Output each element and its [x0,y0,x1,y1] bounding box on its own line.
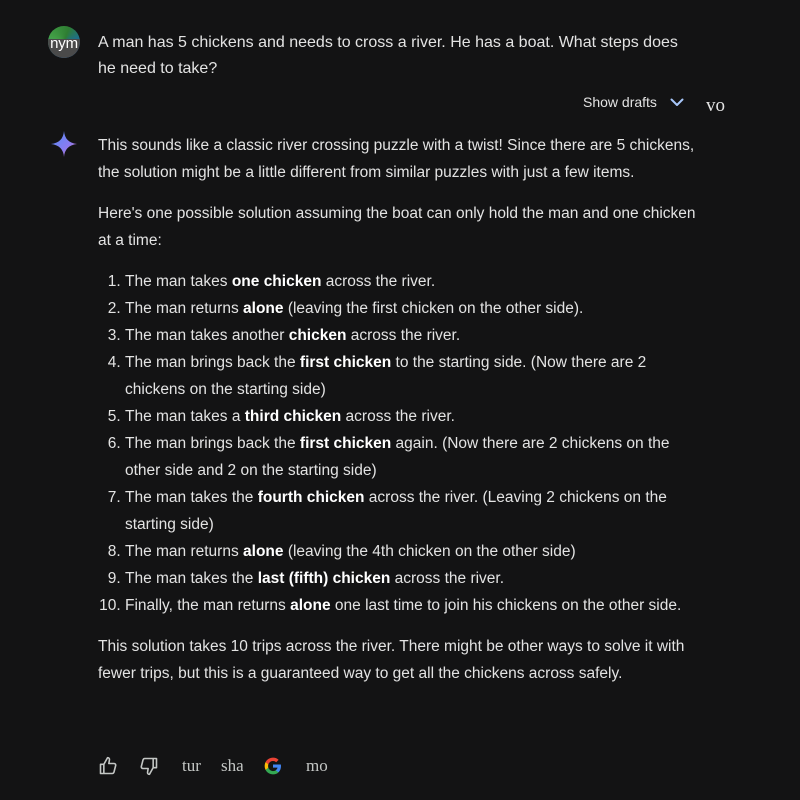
response-action-bar: tur sha mo [98,752,328,780]
step-item: The man brings back the first chicken to… [125,349,698,403]
model-response: This sounds like a classic river crossin… [98,132,698,701]
step-item: The man returns alone (leaving the first… [125,295,698,322]
double-check-button[interactable] [263,756,283,776]
user-avatar: nym [48,26,80,58]
step-item: The man takes the last (fifth) chicken a… [125,565,698,592]
step-item: The man brings back the first chicken ag… [125,430,698,484]
read-aloud-button[interactable]: vo [706,95,725,117]
step-text: (leaving the first chicken on the other … [283,300,584,317]
step-item: Finally, the man returns alone one last … [125,592,698,619]
step-text: across the river. [390,570,505,587]
response-lead: Here's one possible solution assuming th… [98,205,696,249]
step-text: across the river. [346,327,461,344]
step-text: one last time to join his chickens on th… [330,597,682,614]
show-drafts-label: Show drafts [583,94,657,110]
user-prompt: A man has 5 chickens and needs to cross … [98,34,678,77]
step-item: The man returns alone (leaving the 4th c… [125,538,698,565]
thumbs-up-icon [99,756,117,775]
step-item: The man takes a third chicken across the… [125,403,698,430]
step-text: The man takes another [125,327,289,344]
gemini-spark-icon [51,131,77,157]
thumbs-up-button[interactable] [98,756,118,776]
step-text: The man returns [125,543,244,560]
step-text: The man brings back the [125,435,300,452]
thumbs-down-icon [140,757,158,776]
show-drafts-button[interactable]: Show drafts [583,94,685,110]
step-item: The man takes another chicken across the… [125,322,698,349]
thumbs-down-button[interactable] [139,756,159,776]
step-emphasis: one chicken [231,273,322,290]
step-text: (leaving the 4th chicken on the other si… [283,543,576,560]
step-text: The man returns [125,300,244,317]
step-text: The man brings back the [125,354,300,371]
step-text: The man takes a [125,408,245,425]
step-emphasis: last (fifth) chicken [257,570,391,587]
google-g-icon [264,757,281,775]
step-text: The man takes [125,273,232,290]
step-text: Finally, the man returns [125,597,291,614]
step-emphasis: fourth chicken [257,489,365,506]
avatar-text: nym [50,35,78,52]
step-text: The man takes the [125,570,258,587]
chevron-down-icon [670,98,684,106]
step-emphasis: chicken [288,327,347,344]
step-emphasis: alone [243,543,284,560]
share-button[interactable]: sha [221,756,243,776]
response-conclusion: This solution takes 10 trips across the … [98,638,685,682]
step-item: The man takes the fourth chicken across … [125,484,698,538]
step-emphasis: alone [243,300,284,317]
step-text: across the river. [341,408,455,425]
step-text: The man takes the [125,489,258,506]
steps-list: The man takes one chicken across the riv… [98,268,698,619]
step-emphasis: alone [290,597,331,614]
modify-response-button[interactable]: tur [182,756,204,776]
step-emphasis: first chicken [299,435,392,452]
step-emphasis: third chicken [244,408,342,425]
more-options-button[interactable]: mo [306,756,328,776]
step-emphasis: first chicken [299,354,392,371]
step-item: The man takes one chicken across the riv… [125,268,698,295]
response-intro: This sounds like a classic river crossin… [98,137,695,181]
step-text: across the river. [321,273,436,290]
